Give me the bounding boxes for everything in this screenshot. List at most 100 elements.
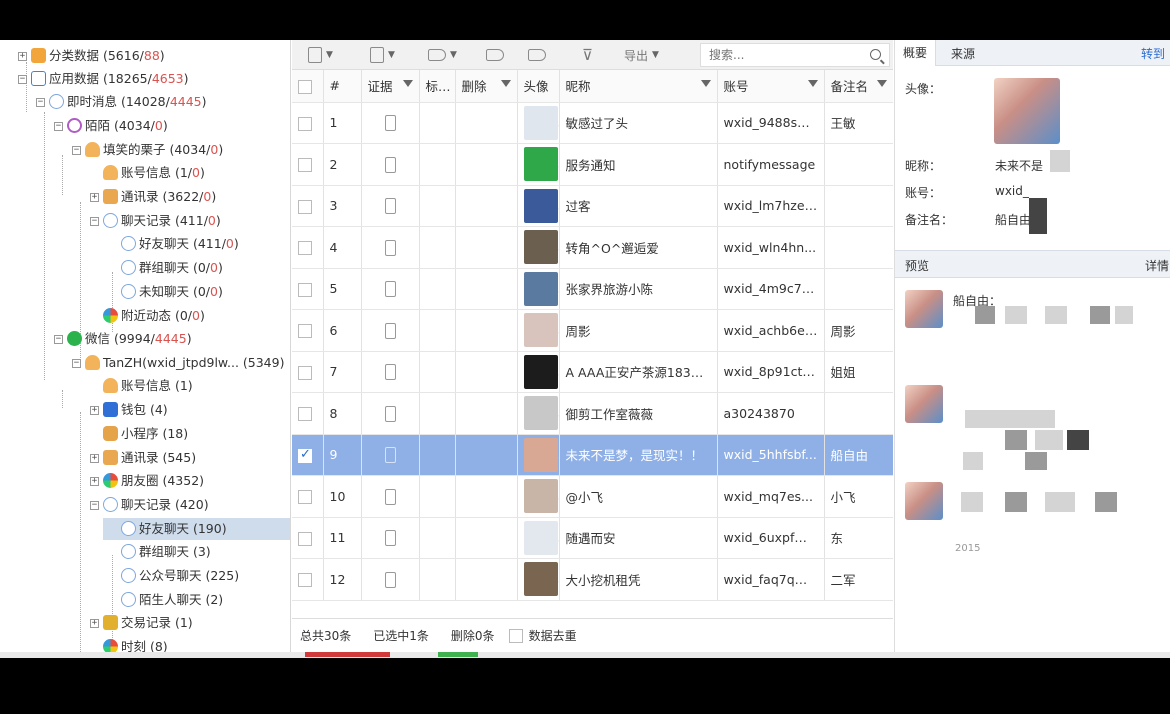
- expand-icon[interactable]: +: [90, 406, 99, 415]
- row-checkbox-cell[interactable]: [292, 102, 324, 144]
- export-dropdown[interactable]: 导出 ▼: [624, 45, 659, 65]
- row-checkbox[interactable]: [298, 241, 312, 255]
- dedup-toggle[interactable]: 数据去重: [508, 627, 577, 644]
- tree-node-contacts[interactable]: + 通讯录 (3622/0): [90, 186, 216, 208]
- select-all-checkbox[interactable]: [298, 79, 312, 94]
- filter-icon[interactable]: [402, 80, 413, 87]
- tab-overview[interactable]: 概要: [895, 40, 937, 66]
- filter-icon[interactable]: [876, 80, 887, 87]
- col-number[interactable]: #: [323, 70, 362, 103]
- table-row[interactable]: 6 周影 wxid_achb6es... 周影: [292, 309, 893, 352]
- search-icon[interactable]: [870, 49, 881, 60]
- tree-node-wechat[interactable]: − 微信 (9994/4445): [54, 328, 192, 350]
- filter-button[interactable]: ⊽: [582, 45, 593, 65]
- row-checkbox-cell[interactable]: [292, 226, 324, 269]
- expand-icon[interactable]: +: [90, 193, 99, 202]
- tree-node-wechat-contacts[interactable]: + 通讯录 (545): [90, 447, 196, 469]
- tag-settings-button[interactable]: [528, 45, 546, 65]
- row-checkbox[interactable]: [298, 407, 312, 421]
- row-checkbox-cell[interactable]: [292, 558, 324, 601]
- remove-tag-button[interactable]: [486, 45, 504, 65]
- dedup-checkbox[interactable]: [508, 628, 523, 643]
- tree-node-moments[interactable]: + 朋友圈 (4352): [90, 470, 204, 492]
- row-checkbox[interactable]: [298, 199, 312, 214]
- tag-dropdown[interactable]: ▼: [428, 45, 457, 65]
- collapse-icon[interactable]: −: [72, 146, 81, 155]
- tree-node-unknown-chat[interactable]: 未知聊天 (0/0): [121, 281, 223, 303]
- tree-node-momo[interactable]: − 陌陌 (4034/0): [54, 115, 168, 137]
- row-checkbox-cell[interactable]: [292, 185, 324, 227]
- document-dropdown[interactable]: ▼: [370, 45, 395, 65]
- tree-node-wechat-group-chat[interactable]: 群组聊天 (3): [121, 541, 211, 563]
- tree-node-chat-records[interactable]: − 聊天记录 (411/0): [90, 210, 221, 232]
- filter-icon[interactable]: [807, 80, 818, 87]
- collapse-icon[interactable]: −: [54, 335, 63, 344]
- table-row[interactable]: 8 御剪工作室薇薇 a30243870: [292, 392, 893, 435]
- tree-node-wechat-chat-records[interactable]: − 聊天记录 (420): [90, 494, 209, 516]
- tree-node-wallet[interactable]: + 钱包 (4): [90, 399, 168, 421]
- tab-source[interactable]: 来源: [951, 45, 975, 62]
- table-row[interactable]: 5 张家界旅游小陈 wxid_4m9c72...: [292, 268, 893, 310]
- row-checkbox-cell[interactable]: [292, 475, 324, 518]
- table-row[interactable]: 2 服务通知 notifymessage: [292, 143, 893, 186]
- collapse-icon[interactable]: −: [90, 217, 99, 226]
- row-checkbox-cell[interactable]: [292, 392, 324, 435]
- tree-node-instant-messages[interactable]: − 即时消息 (14028/4445): [36, 91, 207, 113]
- filter-icon[interactable]: [500, 80, 511, 87]
- col-avatar[interactable]: 头像: [517, 70, 560, 103]
- tree-node-nearby-feed[interactable]: 附近动态 (0/0): [103, 305, 205, 327]
- collapse-icon[interactable]: −: [72, 359, 81, 368]
- collapse-icon[interactable]: −: [18, 75, 27, 84]
- col-remark[interactable]: 备注名: [824, 70, 893, 103]
- tree-node-category-data[interactable]: + 分类数据 (5616/88): [18, 45, 165, 67]
- tree-node-mini-programs[interactable]: 小程序 (18): [103, 423, 188, 445]
- col-account[interactable]: 账号: [717, 70, 825, 103]
- tree-node-momo-account[interactable]: − 填笑的栗子 (4034/0): [72, 139, 223, 161]
- tree-node-stranger-chat[interactable]: 陌生人聊天 (2): [121, 589, 223, 611]
- filter-icon[interactable]: [700, 80, 711, 87]
- collapse-icon[interactable]: −: [54, 122, 63, 131]
- tree-node-official-account-chat[interactable]: 公众号聊天 (225): [121, 565, 239, 587]
- expand-icon[interactable]: +: [18, 52, 27, 61]
- row-checkbox-cell[interactable]: [292, 268, 324, 310]
- row-checkbox-cell[interactable]: [292, 434, 324, 476]
- table-row[interactable]: 3 过客 wxid_lm7hzei...: [292, 185, 893, 227]
- row-checkbox[interactable]: [298, 282, 312, 297]
- select-all-header[interactable]: [292, 70, 324, 103]
- tree-node-wechat-friend-chat[interactable]: 好友聊天 (190): [103, 518, 290, 540]
- tab-preview[interactable]: 预览: [905, 257, 929, 274]
- search-box[interactable]: [700, 43, 890, 67]
- col-deleted[interactable]: 删除: [455, 70, 518, 103]
- collapse-icon[interactable]: −: [36, 98, 45, 107]
- goto-link[interactable]: 转到: [1141, 45, 1165, 62]
- row-checkbox[interactable]: [298, 573, 312, 587]
- table-row[interactable]: 11 随遇而安 wxid_6uxpfm... 东: [292, 517, 893, 559]
- col-nickname[interactable]: 昵称: [559, 70, 718, 103]
- tree-node-moments-time[interactable]: 时刻 (8): [103, 636, 168, 652]
- tree-node-app-data[interactable]: − 应用数据 (18265/4653): [18, 68, 189, 90]
- tab-detail[interactable]: 详情: [1145, 257, 1169, 274]
- expand-icon[interactable]: +: [90, 454, 99, 463]
- tree-node-group-chat[interactable]: 群组聊天 (0/0): [121, 257, 223, 279]
- tree-node-wechat-account[interactable]: − TanZH(wxid_jtpd9lw... (5349): [72, 352, 284, 374]
- row-checkbox[interactable]: [298, 116, 312, 131]
- tree-node-account-info[interactable]: 账号信息 (1/0): [103, 162, 205, 184]
- tree-node-wechat-account-info[interactable]: 账号信息 (1): [103, 375, 193, 397]
- row-checkbox-cell[interactable]: [292, 309, 324, 352]
- table-row[interactable]: 12 大小挖机租凭 wxid_faq7qm... 二军: [292, 558, 893, 601]
- evidence-tree[interactable]: + 分类数据 (5616/88) − 应用数据 (18265/4653) − 即时消息…: [0, 40, 291, 652]
- expand-icon[interactable]: +: [90, 619, 99, 628]
- row-checkbox[interactable]: [298, 490, 312, 504]
- table-row[interactable]: 10 @小飞 wxid_mq7es... 小飞: [292, 475, 893, 518]
- table-row[interactable]: 1 敏感过了头 wxid_9488s6y... 王敏: [292, 102, 893, 144]
- expand-icon[interactable]: +: [90, 477, 99, 486]
- row-checkbox[interactable]: [298, 324, 312, 338]
- search-input[interactable]: [701, 44, 856, 66]
- tree-node-friend-chat[interactable]: 好友聊天 (411/0): [121, 233, 239, 255]
- table-row[interactable]: 4 转角^O^邂逅爱 wxid_wln4hn...: [292, 226, 893, 269]
- collapse-icon[interactable]: −: [90, 501, 99, 510]
- tree-node-transactions[interactable]: + 交易记录 (1): [90, 612, 193, 634]
- row-checkbox[interactable]: [298, 158, 312, 172]
- row-checkbox[interactable]: [298, 447, 312, 463]
- row-checkbox-cell[interactable]: [292, 351, 324, 393]
